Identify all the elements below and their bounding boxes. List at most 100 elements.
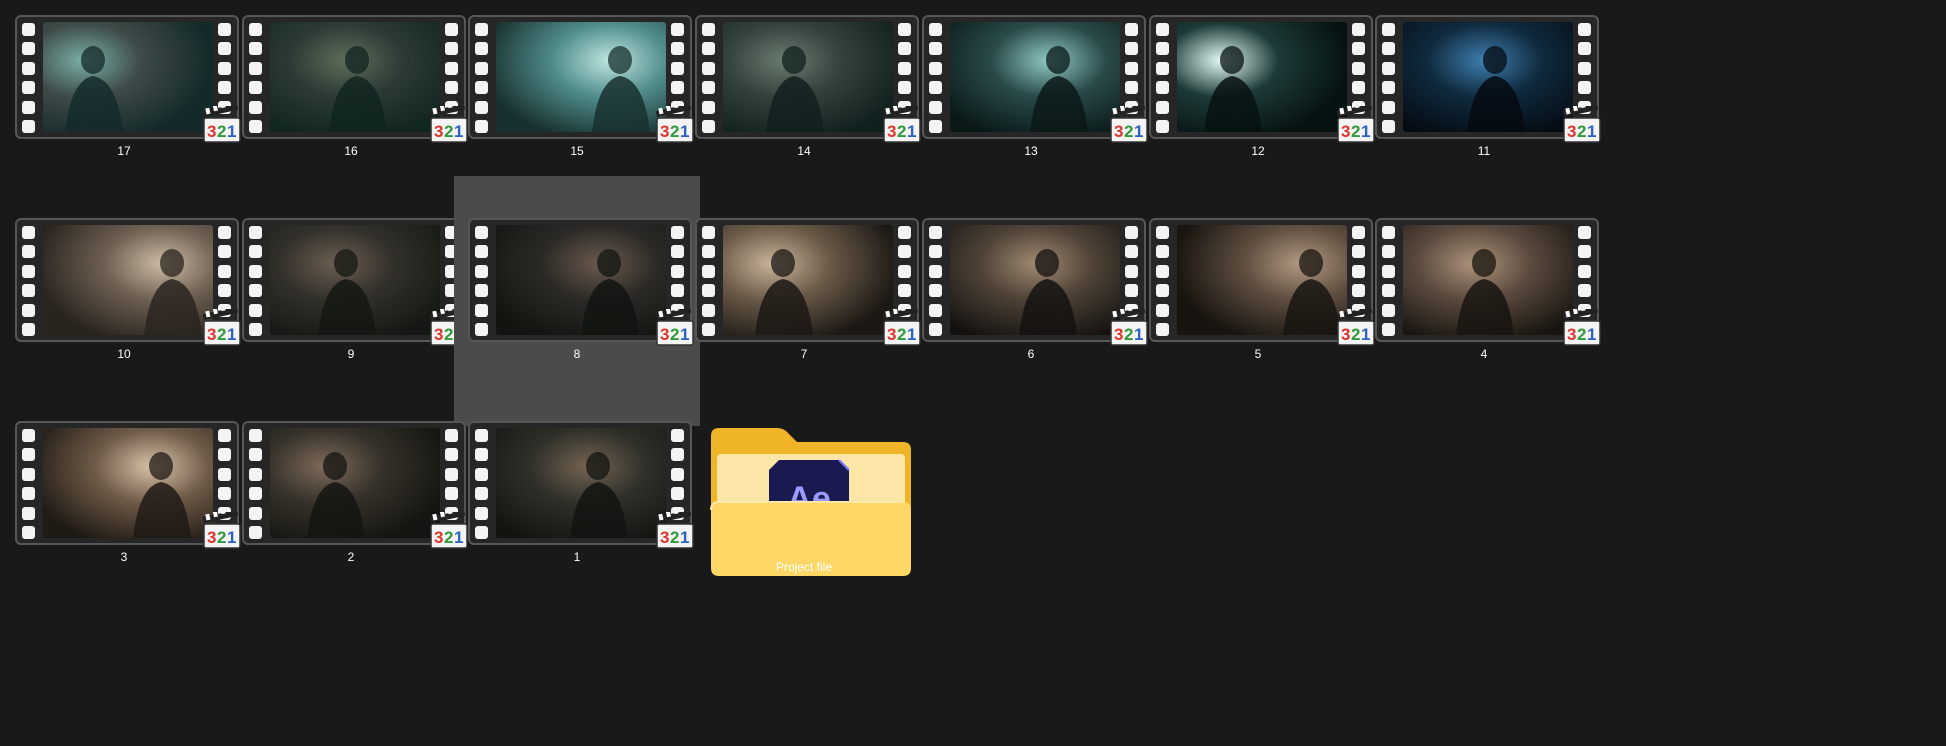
sprocket-hole (1156, 61, 1169, 75)
sprocket-hole (475, 487, 488, 501)
file-name-label: 2 (347, 550, 355, 564)
sprocket-hole (702, 42, 715, 56)
svg-text:3: 3 (207, 325, 216, 344)
sprocket-hole (249, 525, 262, 539)
sprocket-hole (475, 322, 488, 336)
sprocket-hole (1578, 23, 1591, 36)
sprocket-hole (929, 226, 942, 239)
svg-text:2: 2 (217, 528, 226, 547)
video-file-item[interactable]: 3 2 1 6 (908, 163, 1154, 413)
svg-text:2: 2 (444, 528, 453, 547)
file-name-label: 16 (344, 144, 358, 158)
svg-text:2: 2 (1577, 122, 1586, 141)
file-name-label: 1 (573, 550, 581, 564)
sprocket-hole (929, 23, 942, 36)
sprocket-hole (929, 81, 942, 95)
svg-text:3: 3 (1114, 325, 1123, 344)
sprocket-hole (249, 61, 262, 75)
svg-text:2: 2 (670, 122, 679, 141)
sprocket-hole (1156, 81, 1169, 95)
film-sprockets-left (702, 23, 716, 133)
video-thumbnail (43, 225, 213, 335)
sprocket-hole (702, 23, 715, 36)
svg-text:3: 3 (660, 122, 669, 141)
svg-text:3: 3 (1567, 325, 1576, 344)
sprocket-hole (475, 467, 488, 481)
file-name-label: 10 (117, 347, 131, 361)
folder-after-effects-icon: Ae (707, 418, 913, 580)
sprocket-hole (702, 100, 715, 114)
sprocket-hole (1578, 245, 1591, 259)
sprocket-hole (22, 525, 35, 539)
film-sprockets-left (929, 23, 943, 133)
sprocket-hole (1382, 61, 1395, 75)
sprocket-hole (929, 284, 942, 298)
sprocket-hole (702, 284, 715, 298)
file-name-label: 4 (1480, 347, 1488, 361)
svg-text:2: 2 (217, 122, 226, 141)
video-thumbnail (723, 225, 893, 335)
film-sprockets-left (249, 226, 263, 336)
folder-item[interactable]: Ae Project file (681, 366, 927, 616)
sprocket-hole (22, 429, 35, 442)
sprocket-hole (702, 81, 715, 95)
sprocket-hole (702, 264, 715, 278)
folder-name-label: Project file (775, 560, 833, 574)
sprocket-hole (475, 100, 488, 114)
video-file-item[interactable]: 3 2 1 1 (454, 366, 700, 616)
sprocket-hole (249, 303, 262, 317)
sprocket-hole (22, 264, 35, 278)
film-sprockets-left (1382, 23, 1396, 133)
svg-text:1: 1 (1587, 122, 1596, 141)
video-file-item[interactable]: 3 2 1 3 (1, 366, 247, 616)
svg-text:2: 2 (1124, 325, 1133, 344)
file-name-label: 15 (570, 144, 584, 158)
video-thumbnail (496, 22, 666, 132)
svg-text:2: 2 (1351, 325, 1360, 344)
sprocket-hole (22, 506, 35, 520)
svg-text:3: 3 (887, 122, 896, 141)
svg-text:3: 3 (660, 325, 669, 344)
sprocket-hole (249, 284, 262, 298)
svg-text:3: 3 (1114, 122, 1123, 141)
video-file-item[interactable]: 3 2 1 4 (1361, 163, 1607, 413)
sprocket-hole (475, 303, 488, 317)
sprocket-hole (22, 226, 35, 239)
sprocket-hole (475, 81, 488, 95)
sprocket-hole (249, 23, 262, 36)
svg-text:3: 3 (207, 122, 216, 141)
sprocket-hole (1578, 42, 1591, 56)
svg-text:3: 3 (660, 528, 669, 547)
file-name-label: 13 (1024, 144, 1038, 158)
sprocket-hole (1578, 81, 1591, 95)
file-name-label: 5 (1254, 347, 1262, 361)
video-thumbnail (43, 22, 213, 132)
svg-text:3: 3 (434, 122, 443, 141)
sprocket-hole (22, 284, 35, 298)
sprocket-hole (702, 226, 715, 239)
film-sprockets-left (22, 23, 36, 133)
video-thumbnail (496, 428, 666, 538)
video-file-item[interactable]: 3 2 1 2 (228, 366, 474, 616)
sprocket-hole (475, 264, 488, 278)
file-name-label: 12 (1251, 144, 1265, 158)
sprocket-hole (22, 100, 35, 114)
film-sprockets-left (475, 226, 489, 336)
sprocket-hole (1156, 245, 1169, 259)
sprocket-hole (702, 303, 715, 317)
sprocket-hole (929, 61, 942, 75)
sprocket-hole (22, 245, 35, 259)
sprocket-hole (1156, 119, 1169, 133)
sprocket-hole (249, 81, 262, 95)
svg-text:1: 1 (1587, 325, 1596, 344)
sprocket-hole (249, 487, 262, 501)
sprocket-hole (475, 119, 488, 133)
sprocket-hole (249, 226, 262, 239)
svg-text:2: 2 (1577, 325, 1586, 344)
sprocket-hole (475, 245, 488, 259)
svg-text:2: 2 (1124, 122, 1133, 141)
sprocket-hole (475, 525, 488, 539)
sprocket-hole (702, 322, 715, 336)
video-file-item[interactable]: 3 2 1 5 (1135, 163, 1381, 413)
sprocket-hole (249, 245, 262, 259)
